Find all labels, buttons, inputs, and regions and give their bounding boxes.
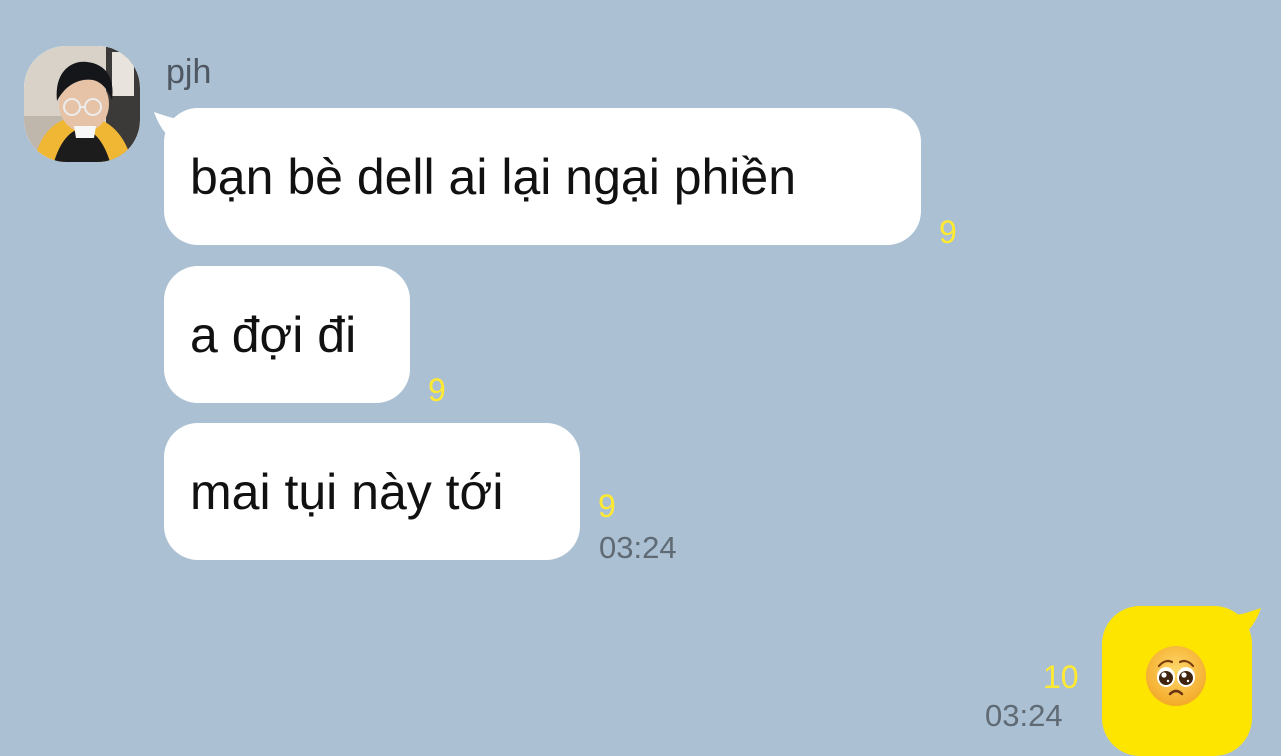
chat-view: pjh bạn bè dell ai lại ngại phiền 9 a đợ… xyxy=(0,0,1281,756)
message-time: 03:24 xyxy=(599,530,677,565)
outgoing-bubble-tail xyxy=(1231,608,1261,640)
unread-count: 9 xyxy=(939,214,957,250)
incoming-message-bubble[interactable]: bạn bè dell ai lại ngại phiền xyxy=(164,108,921,245)
unread-count: 9 xyxy=(428,372,446,408)
profile-photo-icon xyxy=(24,46,140,162)
message-text: bạn bè dell ai lại ngại phiền xyxy=(190,148,797,205)
pleading-face-emoji-icon xyxy=(1146,646,1206,706)
unread-count: 9 xyxy=(598,488,616,524)
message-text: mai tụi này tới xyxy=(190,463,504,520)
incoming-message-bubble[interactable]: a đợi đi xyxy=(164,266,410,403)
sender-name: pjh xyxy=(166,53,212,91)
incoming-message-bubble[interactable]: mai tụi này tới xyxy=(164,423,580,560)
message-text: a đợi đi xyxy=(190,306,357,363)
avatar[interactable] xyxy=(24,46,140,162)
unread-count: 10 xyxy=(1043,659,1079,695)
message-time: 03:24 xyxy=(985,698,1063,733)
